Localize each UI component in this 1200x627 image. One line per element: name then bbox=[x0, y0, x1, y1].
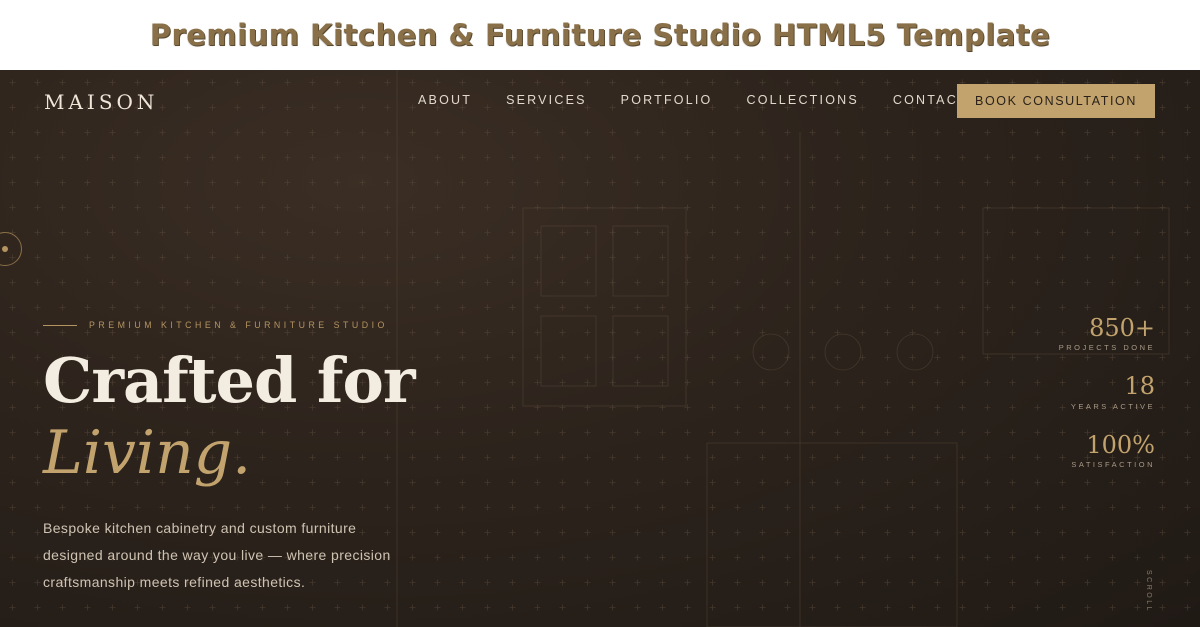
stat-value: 18 bbox=[1124, 372, 1155, 401]
stat-projects: 850+ PROJECTS DONE bbox=[1058, 314, 1155, 353]
nav-link-collections[interactable]: COLLECTIONS bbox=[746, 93, 858, 107]
stat-label: PROJECTS DONE bbox=[1058, 343, 1155, 353]
main-navigation: MAISON ABOUT SERVICES PORTFOLIO COLLECTI… bbox=[0, 70, 1200, 132]
template-banner: Premium Kitchen & Furniture Studio HTML5… bbox=[0, 0, 1200, 70]
indicator-center-icon bbox=[2, 246, 8, 252]
eyebrow-text: PREMIUM KITCHEN & FURNITURE STUDIO bbox=[89, 320, 388, 330]
hero-stats: 850+ PROJECTS DONE 18 YEARS ACTIVE 100% … bbox=[1059, 315, 1155, 490]
brand-logo[interactable]: MAISON bbox=[44, 90, 158, 114]
stat-years: 18 YEARS ACTIVE bbox=[1059, 372, 1155, 411]
scroll-indicator[interactable]: SCROLL bbox=[1145, 570, 1152, 613]
stat-label: YEARS ACTIVE bbox=[1070, 401, 1155, 411]
hero-section: MAISON ABOUT SERVICES PORTFOLIO COLLECTI… bbox=[0, 70, 1200, 627]
stat-satisfaction: 100% SATISFACTION bbox=[1059, 430, 1155, 470]
nav-links: ABOUT SERVICES PORTFOLIO COLLECTIONS CON… bbox=[418, 93, 968, 107]
side-indicator-dot-icon[interactable] bbox=[0, 232, 22, 266]
hero-description: Bespoke kitchen cabinetry and custom fur… bbox=[43, 520, 391, 590]
nav-link-services[interactable]: SERVICES bbox=[506, 93, 587, 107]
hero-title-accent: Living. bbox=[43, 418, 252, 488]
book-consultation-button[interactable]: BOOK CONSULTATION bbox=[957, 84, 1155, 118]
stat-value: 100% bbox=[1086, 430, 1155, 459]
nav-link-portfolio[interactable]: PORTFOLIO bbox=[621, 93, 713, 107]
stat-label: SATISFACTION bbox=[1071, 460, 1155, 470]
stat-value: 850+ bbox=[1089, 314, 1155, 342]
nav-link-about[interactable]: ABOUT bbox=[418, 93, 472, 107]
banner-title: Premium Kitchen & Furniture Studio HTML5… bbox=[149, 18, 1051, 52]
hero-title: Crafted for bbox=[43, 344, 416, 417]
eyebrow-divider bbox=[43, 324, 77, 326]
hero-eyebrow: PREMIUM KITCHEN & FURNITURE STUDIO bbox=[43, 320, 388, 330]
